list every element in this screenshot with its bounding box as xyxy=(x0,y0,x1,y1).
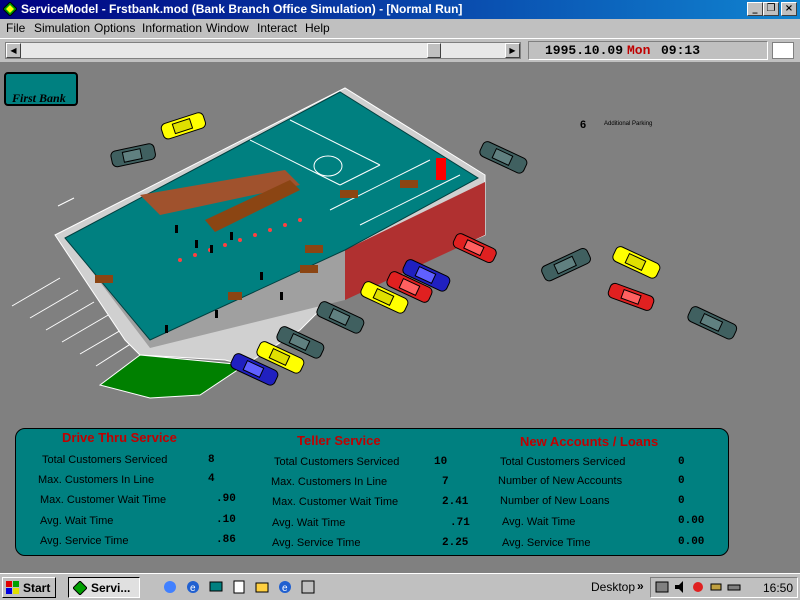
stat-value: 0.00 xyxy=(678,536,705,548)
stat-label: Max. Customer Wait Time xyxy=(40,494,167,506)
simulation-speed-scrollbar[interactable]: ◀ ▶ xyxy=(5,42,521,59)
clock-date: 1995.10.09 xyxy=(545,43,624,58)
menu-simulation[interactable]: Simulation xyxy=(34,21,90,35)
stat-value: 0 xyxy=(678,456,685,468)
explorer-icon[interactable] xyxy=(254,579,270,595)
start-button[interactable]: Start xyxy=(2,577,56,598)
atm-machine xyxy=(436,158,446,180)
stat-label: Max. Customer Wait Time xyxy=(272,496,399,508)
browser-icon[interactable] xyxy=(162,579,178,595)
desktop-toolbar-label[interactable]: Desktop xyxy=(591,580,635,594)
menu-interact[interactable]: Interact xyxy=(257,21,297,35)
title-bar: ServiceModel - Frstbank.mod (Bank Branch… xyxy=(0,0,800,19)
clock-time: 09:13 xyxy=(661,43,701,58)
teller-title: Teller Service xyxy=(297,433,381,448)
stat-value: 2.25 xyxy=(442,537,469,549)
volume-icon[interactable] xyxy=(673,580,687,594)
menu-window[interactable]: Window xyxy=(206,21,249,35)
stat-label: Number of New Accounts xyxy=(498,475,623,487)
menu-bar: File Simulation Options Information Wind… xyxy=(0,19,800,38)
servicemodel-app-icon xyxy=(73,581,87,595)
stat-label: Avg. Wait Time xyxy=(502,516,576,528)
stat-label: Avg. Wait Time xyxy=(40,515,114,527)
stat-label: Max. Customers In Line xyxy=(271,476,388,488)
window-title: ServiceModel - Frstbank.mod (Bank Branch… xyxy=(21,2,463,16)
restore-button[interactable]: ❐ xyxy=(763,2,779,16)
statistics-panel: Drive Thru Service Total Customers Servi… xyxy=(15,428,729,556)
car-red xyxy=(607,282,655,311)
lawn xyxy=(98,354,247,399)
clock-day: Mon xyxy=(627,43,651,58)
menu-help[interactable]: Help xyxy=(305,21,330,35)
car-yellow xyxy=(612,246,661,279)
svg-text:e: e xyxy=(190,583,196,594)
time-scroll-row: ◀ ▶ 1995.10.09 Mon 09:13 xyxy=(0,38,800,63)
car-teal xyxy=(687,306,738,340)
clock-side-box xyxy=(772,42,794,59)
menu-information[interactable]: Information xyxy=(142,21,202,35)
notepad-icon[interactable] xyxy=(231,579,247,595)
stat-label: Avg. Wait Time xyxy=(272,517,346,529)
taskbar: Start Servi... e e Desktop » 16:50 xyxy=(0,573,800,600)
car-yellow xyxy=(160,112,206,140)
start-label: Start xyxy=(23,581,51,595)
stat-value: .10 xyxy=(216,514,236,526)
menu-file[interactable]: File xyxy=(6,21,25,35)
menu-options[interactable]: Options xyxy=(94,21,135,35)
stat-label: Total Customers Serviced xyxy=(274,456,400,468)
stat-value: .71 xyxy=(450,517,470,529)
scroll-thumb[interactable] xyxy=(427,43,441,58)
network-icon[interactable] xyxy=(655,580,669,594)
tray-clock[interactable]: 16:50 xyxy=(763,581,793,595)
stat-value: 2.41 xyxy=(442,496,469,508)
close-button[interactable]: × xyxy=(781,2,797,16)
chevron-icon[interactable]: » xyxy=(637,579,644,593)
stat-value: 0 xyxy=(678,495,685,507)
stat-label: Number of New Loans xyxy=(500,495,610,507)
drive-thru-title: Drive Thru Service xyxy=(62,430,177,445)
taskbar-servicemodel-button[interactable]: Servi... xyxy=(68,577,140,598)
stat-label: Max. Customers In Line xyxy=(38,474,155,486)
stat-value: 4 xyxy=(208,473,215,485)
stat-value: .86 xyxy=(216,534,236,546)
new-accounts-title: New Accounts / Loans xyxy=(520,434,659,449)
scroll-left-button[interactable]: ◀ xyxy=(6,43,21,58)
car-teal xyxy=(110,143,156,168)
additional-parking-label: Additional Parking xyxy=(604,121,653,127)
taskbar-task-label: Servi... xyxy=(91,581,131,595)
simulation-clock: 1995.10.09 Mon 09:13 xyxy=(528,41,768,60)
car-teal xyxy=(316,301,365,334)
stat-value: 0.00 xyxy=(678,515,705,527)
system-tray: 16:50 xyxy=(650,577,798,598)
scroll-right-button[interactable]: ▶ xyxy=(505,43,520,58)
svg-text:e: e xyxy=(282,583,288,594)
servicemodel-app-icon[interactable] xyxy=(3,2,17,16)
stat-label: Avg. Service Time xyxy=(272,537,361,549)
ie-icon[interactable]: e xyxy=(185,579,201,595)
car-teal xyxy=(479,141,528,174)
windows-flag-icon xyxy=(6,581,19,594)
stat-label: Avg. Service Time xyxy=(502,537,591,549)
stat-value: 8 xyxy=(208,454,215,466)
stat-value: .90 xyxy=(216,493,236,505)
stat-value: 10 xyxy=(434,456,448,468)
minimize-button[interactable]: _ xyxy=(747,2,763,16)
agent-icon[interactable] xyxy=(691,580,705,594)
first-bank-logo: First Bank xyxy=(4,72,78,106)
stat-label: Avg. Service Time xyxy=(40,535,129,547)
logo-text: First Bank xyxy=(12,91,66,105)
stat-label: Total Customers Serviced xyxy=(500,456,626,468)
desktop-icon[interactable] xyxy=(208,579,224,595)
additional-parking-count: 6 xyxy=(580,119,587,131)
car-teal xyxy=(541,248,591,282)
stat-value: 7 xyxy=(442,476,449,488)
scanner-icon[interactable] xyxy=(727,580,741,594)
app-icon[interactable] xyxy=(300,579,316,595)
stat-value: 0 xyxy=(678,475,685,487)
ie-icon[interactable]: e xyxy=(277,579,293,595)
tool-icon[interactable] xyxy=(709,580,723,594)
stat-label: Total Customers Serviced xyxy=(42,454,168,466)
